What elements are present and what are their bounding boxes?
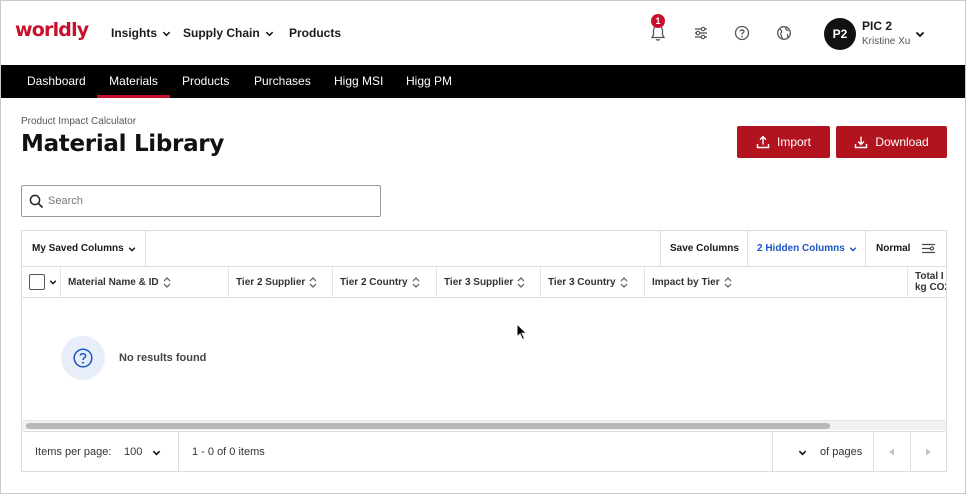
hidden-columns-label: 2 Hidden Columns: [757, 243, 845, 254]
caret-right-icon: [926, 448, 931, 456]
column-header-unit: kg CO2: [915, 282, 947, 293]
search-input[interactable]: [48, 192, 368, 210]
scrollbar-thumb[interactable]: [26, 423, 830, 429]
column-header-tier3-supplier[interactable]: Tier 3 Supplier: [437, 267, 541, 297]
column-header-label: Tier 3 Country: [548, 276, 616, 288]
nav-insights[interactable]: Insights: [111, 1, 171, 65]
sort-icon[interactable]: [517, 276, 525, 288]
pager-divider: [772, 432, 773, 471]
items-per-page-label: Items per page:: [35, 446, 112, 458]
page-select[interactable]: [782, 432, 818, 471]
toolbar-divider: [660, 231, 661, 266]
sort-icon[interactable]: [412, 276, 420, 288]
sort-icon[interactable]: [620, 276, 628, 288]
chevron-down-icon: [798, 450, 807, 455]
column-header-row: Material Name & ID Tier 2 Supplier Tier …: [22, 267, 947, 298]
material-grid: My Saved Columns Save Columns 2 Hidden C…: [21, 230, 947, 472]
chevron-down-icon: [265, 31, 273, 36]
items-range-text: 1 - 0 of 0 items: [192, 446, 265, 458]
section-nav: Dashboard Materials Products Purchases H…: [1, 65, 965, 98]
nav-supply-chain-label: Supply Chain: [183, 26, 260, 40]
saved-columns-label: My Saved Columns: [32, 243, 124, 254]
items-per-page-select[interactable]: 100: [124, 432, 161, 471]
chevron-down-icon: [128, 246, 136, 252]
of-pages-text: of pages: [820, 446, 863, 458]
tab-purchases[interactable]: Purchases: [254, 65, 311, 98]
download-button[interactable]: Download: [836, 126, 947, 158]
worldly-logo[interactable]: worldly: [15, 19, 89, 41]
empty-state-icon: [61, 336, 105, 380]
search-icon: [29, 194, 44, 209]
horizontal-scrollbar[interactable]: [22, 420, 946, 430]
help-icon[interactable]: [733, 23, 751, 43]
breadcrumb[interactable]: Product Impact Calculator: [21, 116, 136, 127]
column-header-impact-by-tier[interactable]: Impact by Tier: [645, 267, 908, 297]
nav-insights-label: Insights: [111, 26, 158, 40]
toolbar-divider: [145, 231, 146, 266]
column-header-label: Total I: [915, 271, 944, 282]
import-button-label: Import: [776, 135, 811, 149]
help-icon: [73, 348, 93, 368]
sort-icon[interactable]: [163, 276, 171, 288]
upload-icon: [756, 135, 770, 149]
avatar[interactable]: P2: [824, 18, 856, 50]
user-subtitle: Kristine Xu: [862, 36, 911, 47]
chevron-down-icon[interactable]: [49, 278, 57, 286]
column-header-label: Tier 2 Supplier: [236, 276, 306, 288]
pager-divider: [178, 432, 179, 471]
globe-icon[interactable]: [775, 23, 793, 43]
sort-icon[interactable]: [724, 276, 732, 288]
select-all-checkbox[interactable]: [29, 274, 45, 290]
column-header-tier2-supplier[interactable]: Tier 2 Supplier: [229, 267, 333, 297]
chevron-down-icon: [849, 246, 857, 252]
select-all-cell: [22, 267, 61, 297]
next-page-button[interactable]: [910, 432, 946, 471]
column-header-label: Material Name & ID: [68, 276, 159, 288]
column-header-label: Tier 3 Supplier: [444, 276, 514, 288]
saved-columns-dropdown[interactable]: My Saved Columns: [32, 231, 136, 266]
nav-products-label: Products: [289, 26, 342, 40]
column-header-total-impact[interactable]: Total I kg CO2: [908, 267, 947, 297]
tab-dashboard[interactable]: Dashboard: [27, 65, 86, 98]
chevron-down-icon[interactable]: [915, 29, 925, 39]
mouse-cursor-icon: [516, 323, 528, 341]
filter-lines-icon: [922, 243, 936, 254]
tab-products[interactable]: Products: [182, 65, 229, 98]
toolbar-divider: [747, 231, 748, 266]
prev-page-button[interactable]: [873, 432, 910, 471]
density-dropdown[interactable]: Normal: [876, 231, 936, 266]
user-name[interactable]: PIC 2: [862, 19, 892, 33]
search-box[interactable]: [21, 185, 381, 217]
toolbar-divider: [865, 231, 866, 266]
import-button[interactable]: Import: [737, 126, 830, 158]
caret-left-icon: [889, 448, 894, 456]
chevron-down-icon: [162, 31, 171, 36]
density-label: Normal: [876, 243, 911, 254]
column-header-tier3-country[interactable]: Tier 3 Country: [541, 267, 645, 297]
chevron-down-icon: [153, 450, 161, 455]
save-columns-button[interactable]: Save Columns: [670, 231, 739, 266]
column-header-tier2-country[interactable]: Tier 2 Country: [333, 267, 437, 297]
nav-products[interactable]: Products: [289, 1, 341, 65]
pagination-bar: Items per page: 100 1 - 0 of 0 items of …: [22, 431, 946, 471]
column-header-material-name[interactable]: Material Name & ID: [61, 267, 229, 297]
page-title: Material Library: [21, 131, 225, 157]
nav-supply-chain[interactable]: Supply Chain: [183, 1, 274, 65]
sliders-icon[interactable]: [692, 23, 710, 43]
grid-toolbar: My Saved Columns Save Columns 2 Hidden C…: [22, 231, 946, 267]
notification-badge: 1: [651, 14, 665, 28]
top-header: worldly Insights Supply Chain Products 1…: [1, 1, 965, 65]
column-header-label: Impact by Tier: [652, 276, 720, 288]
column-header-label: Tier 2 Country: [340, 276, 408, 288]
tab-higg-pm[interactable]: Higg PM: [406, 65, 452, 98]
sort-icon[interactable]: [309, 276, 317, 288]
tab-materials[interactable]: Materials: [97, 65, 170, 98]
tab-higg-msi[interactable]: Higg MSI: [334, 65, 383, 98]
hidden-columns-dropdown[interactable]: 2 Hidden Columns: [757, 231, 857, 266]
items-per-page-value: 100: [124, 446, 143, 458]
download-button-label: Download: [875, 135, 929, 149]
download-icon: [855, 136, 868, 149]
empty-state-message: No results found: [119, 352, 207, 364]
